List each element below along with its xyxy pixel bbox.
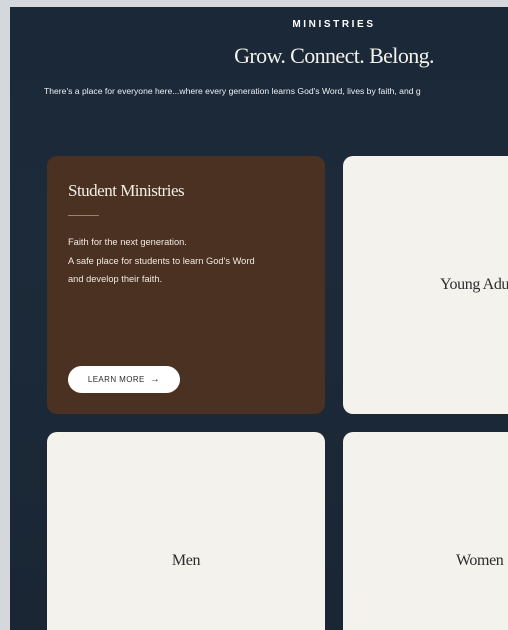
men-card[interactable]: Men	[47, 432, 325, 630]
ministries-section: MINISTRIES Grow. Connect. Belong. There'…	[10, 7, 508, 630]
card-title: Men	[171, 552, 201, 569]
title-divider	[68, 215, 99, 216]
student-ministries-card[interactable]: Student Ministries Faith for the next ge…	[47, 156, 325, 414]
section-headline: Grow. Connect. Belong.	[234, 43, 434, 68]
young-adults-card[interactable]: Young Adu	[343, 156, 508, 414]
description-line: A safe place for students to learn God's…	[68, 255, 255, 266]
card-title: Student Ministries	[68, 181, 185, 200]
description-line: and develop their faith.	[68, 274, 163, 284]
women-card[interactable]: Women	[343, 432, 508, 630]
description-line: Faith for the next generation.	[68, 237, 187, 247]
arrow-right-icon: →	[149, 373, 161, 385]
section-eyebrow: MINISTRIES	[292, 19, 376, 30]
card-title: Women	[456, 552, 504, 569]
card-title: Young Adu	[440, 276, 508, 293]
card-description: Faith for the next generation. A safe pl…	[68, 233, 308, 289]
learn-more-button[interactable]: LEARN MORE →	[68, 366, 180, 393]
learn-more-label: LEARN MORE	[87, 375, 145, 384]
section-intro: There's a place for everyone here...wher…	[44, 86, 421, 96]
